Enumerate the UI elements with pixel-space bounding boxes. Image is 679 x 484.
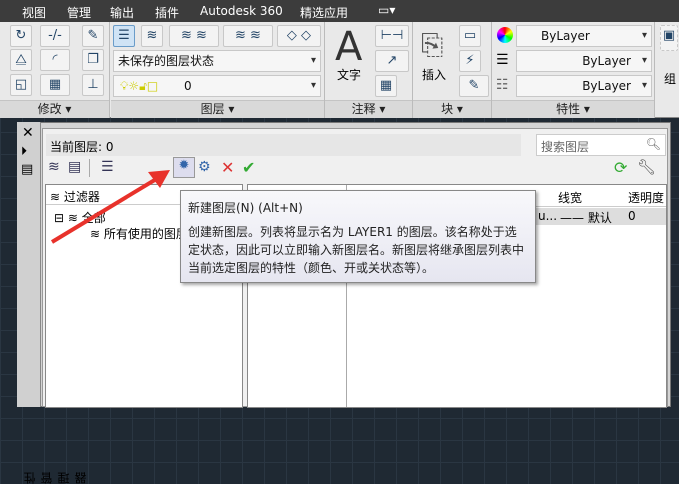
annotation-arrow (50, 170, 170, 244)
arrow-head-icon (148, 170, 170, 188)
palette-title: 性管理器 (23, 472, 88, 484)
arrow-shaft (50, 176, 160, 244)
